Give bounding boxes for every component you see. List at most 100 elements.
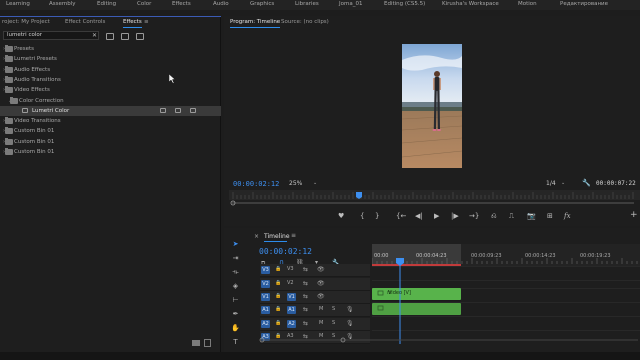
effects-tree-item[interactable]: › Custom Bin 01	[0, 147, 221, 157]
tab-effect-controls[interactable]: Effect Controls	[65, 19, 105, 25]
yuv-effects-icon[interactable]	[136, 33, 144, 40]
effects-tree-item[interactable]: › Video Transitions	[0, 116, 221, 126]
eye-icon[interactable]: 👁	[317, 266, 325, 273]
timeline-current-timecode[interactable]: 00:00:02:12	[259, 247, 312, 256]
track-target-button[interactable]: V1	[287, 293, 296, 301]
mark-out-icon[interactable]: }	[375, 213, 379, 220]
sync-lock-icon[interactable]: ⇆	[303, 306, 308, 313]
lock-icon[interactable]: 🔒	[275, 293, 281, 299]
lift-icon[interactable]: ⎌	[491, 213, 497, 220]
tab-timeline[interactable]: Timeline	[264, 233, 290, 240]
workspace-kirusha[interactable]: Kirusha's Workspace	[442, 1, 499, 7]
lock-icon[interactable]: 🔒	[275, 266, 281, 272]
eye-icon[interactable]: 👁	[317, 293, 325, 300]
mute-button[interactable]: M	[319, 320, 323, 326]
panel-menu-icon[interactable]: ≡	[144, 19, 149, 25]
fx-toggle-icon[interactable]: fx	[564, 213, 571, 220]
tab-effects[interactable]: Effects	[123, 19, 142, 28]
workspace-libraries[interactable]: Libraries	[295, 1, 319, 7]
workspace-effects[interactable]: Effects	[172, 1, 191, 7]
track-select-tool-icon[interactable]: ⇥	[231, 254, 240, 263]
export-frame-icon[interactable]: 📷	[527, 213, 536, 220]
workspace-graphics[interactable]: Graphics	[250, 1, 274, 7]
tab-project[interactable]: roject: My Project	[2, 19, 50, 25]
mark-in-icon[interactable]: {	[360, 213, 364, 220]
workspace-color[interactable]: Color	[137, 1, 151, 7]
effects-tree-item[interactable]: Lumetri Color	[0, 105, 221, 116]
ripple-edit-tool-icon[interactable]: ⟛	[231, 268, 240, 277]
effects-tree-item[interactable]: › Audio Transitions	[0, 75, 221, 85]
lock-icon[interactable]: 🔒	[275, 306, 281, 312]
sync-lock-icon[interactable]: ⇆	[303, 320, 308, 327]
timeline-zoom-scrollbar[interactable]	[259, 336, 640, 344]
track-target-button[interactable]: V2	[287, 280, 294, 286]
play-icon[interactable]: ▶	[434, 213, 439, 220]
effects-search-input[interactable]: lumetri color	[3, 31, 99, 40]
pen-tool-icon[interactable]: ✒	[231, 310, 240, 319]
video-track-header[interactable]: V3 🔒 V3 ⇆ 👁	[260, 264, 370, 277]
source-patch-button[interactable]: V1	[261, 293, 270, 301]
tab-program[interactable]: Program: Timeline	[230, 19, 281, 28]
video-track-header[interactable]: V1 🔒 V1 ⇆ 👁	[260, 291, 370, 304]
tab-source[interactable]: Source: (no clips)	[281, 19, 329, 25]
workspace-editing[interactable]: Editing	[97, 1, 116, 7]
selection-tool-icon[interactable]: ➤	[231, 240, 240, 249]
workspace-motion[interactable]: Motion	[518, 1, 537, 7]
effects-tree-item[interactable]: › Custom Bin 01	[0, 126, 221, 136]
timeline-tracks-area[interactable]	[372, 244, 640, 344]
sync-lock-icon[interactable]: ⇆	[303, 293, 308, 300]
zoom-dropdown-icon[interactable]: ⌄	[313, 180, 317, 186]
slip-tool-icon[interactable]: ⊢	[231, 296, 240, 305]
step-back-icon[interactable]: ◀|	[415, 213, 423, 220]
add-marker-icon[interactable]: ♥	[338, 213, 344, 220]
extract-icon[interactable]: ⎍	[509, 213, 514, 220]
effects-tree-item[interactable]: › Lumetri Presets	[0, 54, 221, 64]
mute-button[interactable]: M	[319, 306, 323, 312]
eye-icon[interactable]: 👁	[317, 280, 325, 287]
workspace-joma[interactable]: Joma_01	[339, 1, 362, 7]
solo-button[interactable]: S	[332, 306, 335, 312]
effects-tree-item[interactable]: › Custom Bin 01	[0, 137, 221, 147]
source-patch-button[interactable]: V3	[261, 266, 270, 274]
sync-lock-icon[interactable]: ⇆	[303, 280, 308, 287]
effects-tree-item[interactable]: › Video Effects	[0, 85, 221, 95]
step-forward-icon[interactable]: |▶	[451, 213, 459, 220]
source-patch-button[interactable]: V2	[261, 279, 270, 288]
clear-search-icon[interactable]: ✕	[92, 32, 97, 39]
audio-track-header[interactable]: A2 🔒 A2 ⇆ M S 🎙	[260, 317, 370, 331]
zoom-select[interactable]: 25%	[289, 180, 302, 187]
track-target-button[interactable]: A1	[287, 306, 296, 314]
button-editor-plus-icon[interactable]: +	[630, 211, 638, 220]
timeline-menu-icon[interactable]: ≡	[291, 232, 296, 239]
hand-tool-icon[interactable]: ✋	[231, 324, 240, 333]
razor-tool-icon[interactable]: ◈	[231, 282, 240, 291]
workspace-learning[interactable]: Learning	[6, 1, 30, 7]
workspace-redaktirovanie[interactable]: Редактирование	[560, 1, 608, 7]
workspace-audio[interactable]: Audio	[213, 1, 229, 7]
solo-button[interactable]: S	[332, 320, 335, 326]
microphone-icon[interactable]: 🎙	[346, 306, 354, 313]
effects-tree-item[interactable]: › Audio Effects	[0, 65, 221, 75]
settings-wrench-icon[interactable]: 🔧	[582, 179, 591, 187]
track-target-button[interactable]: A2	[287, 319, 296, 328]
effects-tree-item[interactable]: › Presets	[0, 44, 221, 54]
audio-track-header[interactable]: A1 🔒 A1 ⇆ M S 🎙	[260, 304, 370, 317]
delete-icon[interactable]	[204, 339, 211, 347]
video-track-header[interactable]: V2 🔒 V2 ⇆ 👁	[260, 277, 370, 291]
workspace-assembly[interactable]: Assembly	[49, 1, 76, 7]
lock-icon[interactable]: 🔒	[275, 320, 281, 326]
track-target-button[interactable]: V3	[287, 266, 294, 272]
resolution-dropdown-icon[interactable]: ⌄	[561, 180, 565, 186]
resolution-select[interactable]: 1/4	[546, 180, 556, 187]
comparison-view-icon[interactable]: ⊞	[547, 213, 553, 220]
source-patch-button[interactable]: A1	[261, 306, 270, 314]
sync-lock-icon[interactable]: ⇆	[303, 266, 308, 273]
effects-tree-item[interactable]: ⌄Color Correction	[0, 96, 221, 106]
program-scrub-bar[interactable]	[229, 190, 640, 206]
type-tool-icon[interactable]: T	[231, 338, 240, 347]
lock-icon[interactable]: 🔒	[275, 280, 281, 286]
go-to-in-icon[interactable]: {←	[396, 213, 406, 220]
go-to-out-icon[interactable]: →}	[469, 213, 479, 220]
workspace-editing-cs55[interactable]: Editing (CS5.5)	[384, 1, 425, 7]
new-bin-icon[interactable]	[192, 340, 200, 346]
